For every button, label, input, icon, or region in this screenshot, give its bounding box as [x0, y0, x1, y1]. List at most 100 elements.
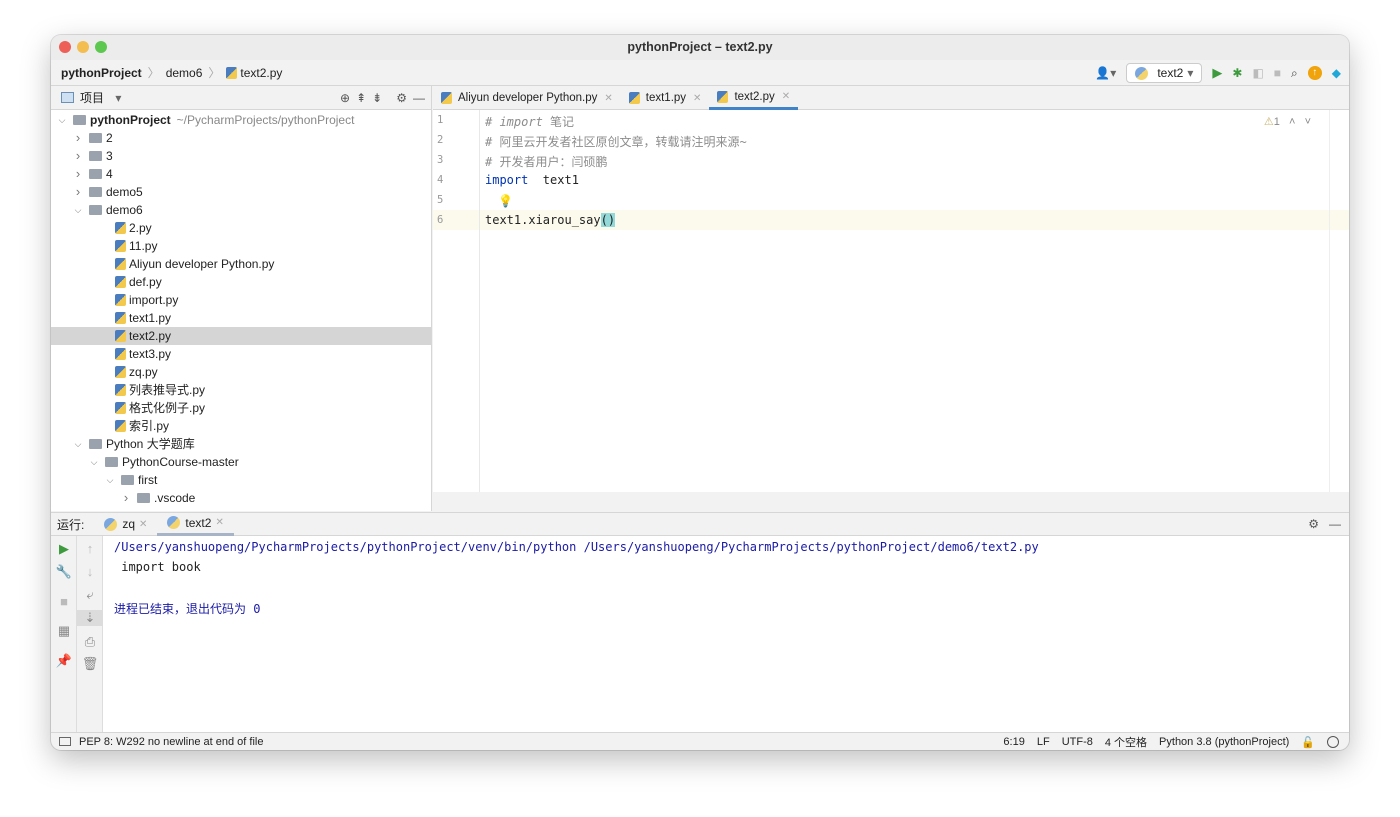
file-encoding[interactable]: UTF-8 — [1062, 736, 1093, 748]
coverage-icon[interactable]: ◧ — [1252, 66, 1263, 80]
tree-folder[interactable]: ⌵ first — [51, 471, 431, 489]
settings-icon[interactable]: ⚙ — [1308, 517, 1319, 531]
breadcrumb-folder[interactable]: demo6 — [166, 66, 203, 80]
editor-tab[interactable]: text2.py ✕ — [709, 86, 799, 110]
stop-icon[interactable]: ■ — [1274, 66, 1281, 80]
update-icon[interactable]: ↑ — [1307, 66, 1322, 80]
run-tab-label: text2 — [185, 515, 212, 530]
tree-folder[interactable]: ⌵ pythonProject ~/PycharmProjects/pythonPr… — [51, 111, 431, 129]
python-icon — [1135, 66, 1149, 80]
tree-file[interactable]: text3.py — [51, 345, 431, 363]
folder-icon — [89, 187, 102, 197]
minimize-window-button[interactable] — [77, 41, 89, 53]
indent-setting[interactable]: 4 个空格 — [1105, 734, 1147, 750]
close-window-button[interactable] — [59, 41, 71, 53]
tree-folder[interactable]: ⌵ PythonCourse-master — [51, 453, 431, 471]
code-line: # 开发者用户：闫硕鹏 — [485, 153, 607, 170]
trash-icon[interactable]: 🗑 — [77, 656, 103, 672]
tree-folder[interactable]: › demo5 — [51, 183, 431, 201]
chevron-right-icon[interactable]: › — [73, 165, 83, 183]
search-icon[interactable]: ⌕ — [1291, 66, 1298, 81]
chevron-right-icon[interactable]: › — [73, 147, 83, 165]
close-tab-icon[interactable]: ✕ — [215, 517, 223, 528]
hide-icon[interactable]: — — [1329, 517, 1341, 531]
down-icon[interactable]: ↓ — [77, 564, 103, 579]
console-output[interactable]: /Users/yanshuopeng/PycharmProjects/pytho… — [103, 536, 1349, 732]
breadcrumb-file[interactable]: text2.py — [226, 66, 282, 80]
folder-icon — [89, 205, 102, 215]
chevron-down-icon[interactable]: ⌵ — [57, 111, 67, 129]
lock-icon[interactable]: 🔓 — [1301, 736, 1315, 749]
cursor-position[interactable]: 6:19 — [1003, 736, 1024, 748]
up-icon[interactable]: ↑ — [77, 541, 103, 556]
maximize-window-button[interactable] — [95, 41, 107, 53]
close-tab-icon[interactable]: ✕ — [782, 91, 790, 102]
locate-icon[interactable]: ⊕ — [340, 91, 350, 105]
settings-icon[interactable]: ⚙ — [396, 91, 407, 105]
print-icon[interactable]: ⎙ — [77, 634, 103, 650]
stop-icon[interactable]: ■ — [51, 594, 77, 609]
expand-all-icon[interactable]: ⇞ — [356, 91, 366, 105]
lightbulb-icon[interactable]: 💡 — [498, 194, 513, 208]
folder-label: Python 大学题库 — [106, 437, 195, 451]
run-icon[interactable]: ▶ — [1212, 65, 1222, 81]
chevron-down-icon[interactable]: ⌵ — [105, 471, 115, 489]
tree-file[interactable]: 2.py — [51, 219, 431, 237]
panel-toggle-icon[interactable] — [59, 737, 71, 746]
tree-file[interactable]: text1.py — [51, 309, 431, 327]
chevron-down-icon[interactable]: ⌵ — [89, 453, 99, 471]
chevron-right-icon[interactable]: › — [73, 129, 83, 147]
tree-folder[interactable]: › 3 — [51, 147, 431, 165]
debug-icon[interactable]: ✱ — [1232, 66, 1242, 80]
python-file-icon — [115, 366, 126, 378]
status-message[interactable]: PEP 8: W292 no newline at end of file — [79, 736, 263, 748]
tree-folder[interactable]: › .vscode — [51, 489, 431, 507]
notifications-icon[interactable] — [1327, 736, 1339, 748]
line-separator[interactable]: LF — [1037, 736, 1050, 748]
editor-tab[interactable]: Aliyun developer Python.py ✕ — [433, 86, 621, 110]
folder-icon — [89, 439, 102, 449]
tree-file[interactable]: 11.py — [51, 237, 431, 255]
run-tab[interactable]: text2 ✕ — [157, 512, 234, 536]
code-editor[interactable]: 1 2 3 4 5 6 # import 笔记 # 阿里云开发者社区原创文章，转载请注明来源… — [433, 110, 1349, 492]
close-tab-icon[interactable]: ✕ — [139, 519, 147, 530]
hide-icon[interactable]: — — [413, 91, 425, 105]
editor-tab[interactable]: text1.py ✕ — [621, 86, 710, 110]
scroll-to-end-icon[interactable]: ⇣ — [77, 610, 103, 626]
code-with-me-icon[interactable]: ◆ — [1332, 66, 1341, 80]
close-tab-icon[interactable]: ✕ — [604, 93, 612, 104]
tree-file[interactable]: text2.py — [51, 327, 431, 345]
wrench-icon[interactable]: 🔧 — [51, 564, 77, 580]
breadcrumb-project[interactable]: pythonProject — [61, 66, 142, 80]
chevron-right-icon[interactable]: › — [121, 489, 131, 507]
tree-file[interactable]: 索引.py — [51, 417, 431, 435]
layout-icon[interactable]: ▦ — [51, 623, 77, 639]
tree-folder[interactable]: ⌵ Python 大学题库 — [51, 435, 431, 453]
tree-file[interactable]: Aliyun developer Python.py — [51, 255, 431, 273]
chevron-down-icon[interactable]: ⌵ — [73, 201, 83, 219]
soft-wrap-icon[interactable]: ⤶ — [77, 587, 103, 603]
tree-folder[interactable]: › 2 — [51, 129, 431, 147]
interpreter[interactable]: Python 3.8 (pythonProject) — [1159, 736, 1289, 748]
code-line: # 阿里云开发者社区原创文章，转载请注明来源~ — [485, 133, 747, 150]
tree-file[interactable]: def.py — [51, 273, 431, 291]
tree-file[interactable]: 格式化例子.py — [51, 399, 431, 417]
collapse-all-icon[interactable]: ⇟ — [372, 91, 382, 105]
run-tab[interactable]: zq ✕ — [94, 512, 157, 536]
tree-folder[interactable]: › 4 — [51, 165, 431, 183]
chevron-down-icon[interactable]: ⌵ — [73, 435, 83, 453]
inspection-widget[interactable]: ⚠1 ˄ ˅ — [1264, 115, 1311, 128]
rerun-icon[interactable]: ▶ — [51, 541, 77, 557]
user-icon[interactable]: 👤▾ — [1095, 66, 1116, 80]
project-view-select[interactable]: 项目 ▾ — [80, 89, 121, 106]
tree-file[interactable]: import.py — [51, 291, 431, 309]
pin-icon[interactable]: 📌 — [51, 653, 77, 669]
tree-file[interactable]: 列表推导式.py — [51, 381, 431, 399]
close-tab-icon[interactable]: ✕ — [693, 93, 701, 104]
tree-file[interactable]: zq.py — [51, 363, 431, 381]
console-line: 进程已结束，退出代码为 0 — [114, 602, 261, 616]
run-config-select[interactable]: text2 ▾ — [1126, 63, 1203, 83]
tree-folder[interactable]: ⌵ demo6 — [51, 201, 431, 219]
tab-label: text2.py — [734, 90, 775, 103]
chevron-right-icon[interactable]: › — [73, 183, 83, 201]
